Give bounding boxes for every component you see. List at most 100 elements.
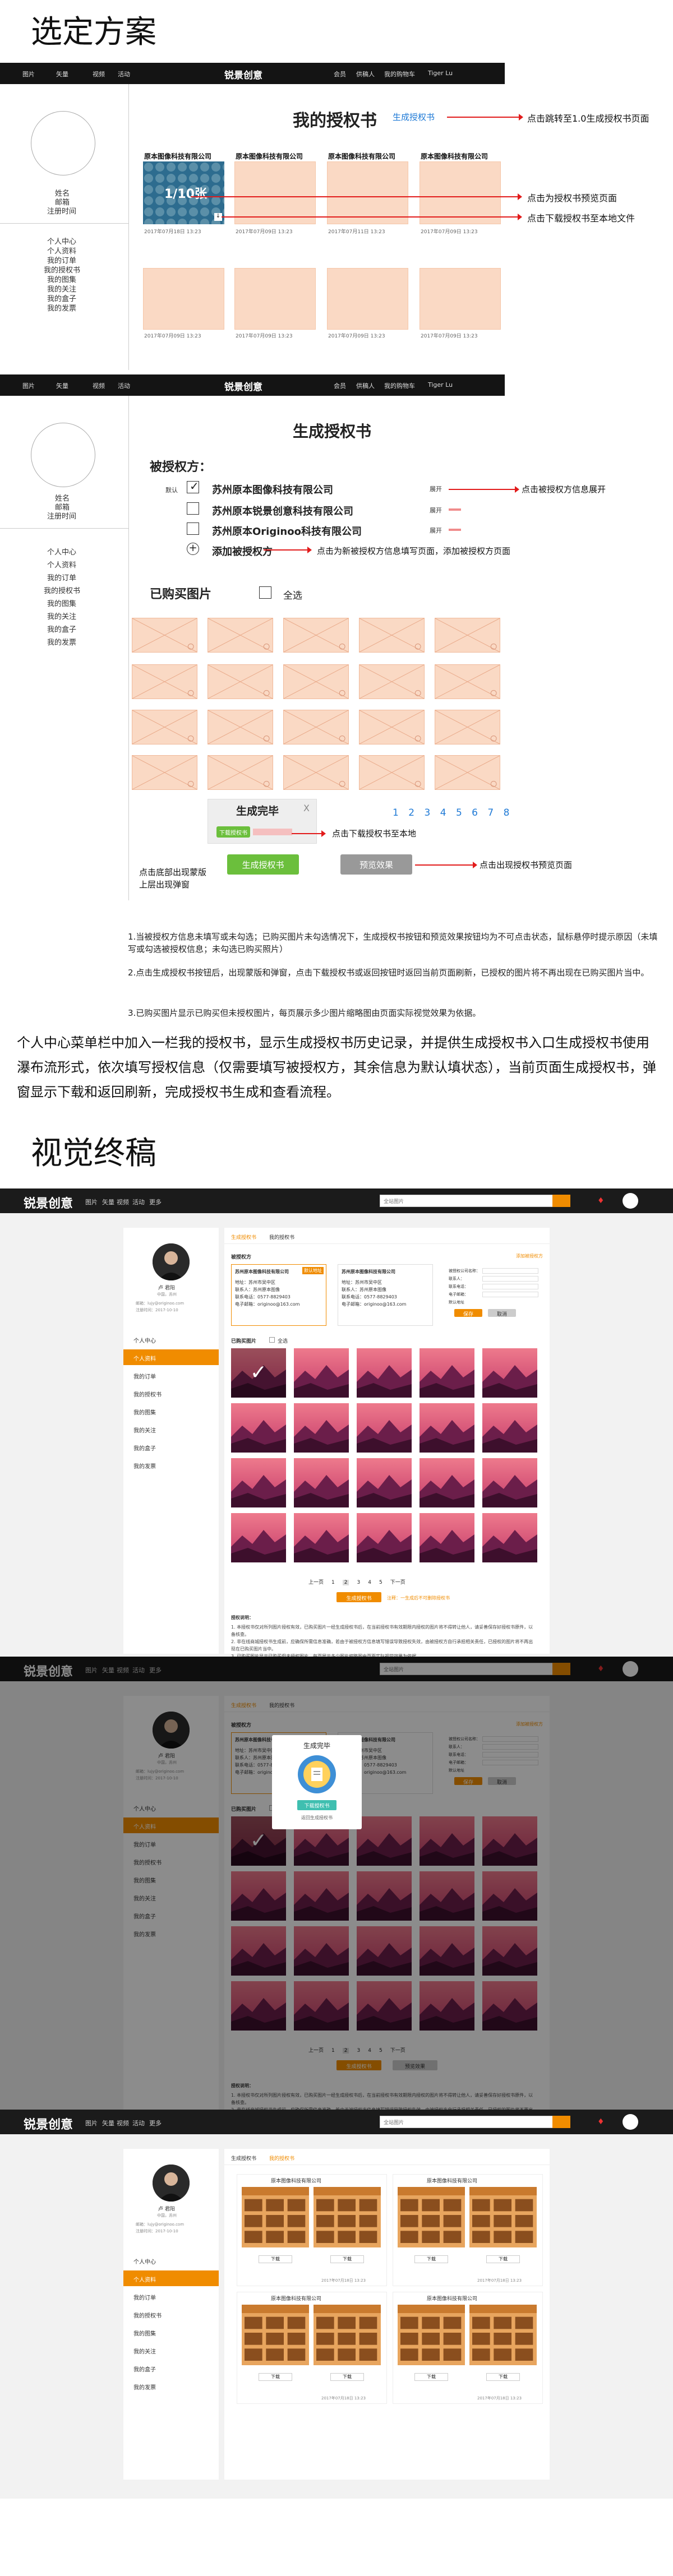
license-thumb[interactable]: 下载 <box>314 2305 381 2388</box>
expand-link[interactable]: 展开 <box>430 484 442 493</box>
purchased-image[interactable] <box>420 1458 474 1507</box>
page-link[interactable]: 下一页 <box>390 1578 405 1585</box>
image-placeholder[interactable] <box>359 664 425 699</box>
purchased-image[interactable] <box>357 1348 412 1398</box>
expand-link[interactable]: 展开 <box>430 506 442 515</box>
nav-item[interactable]: 供稿人 <box>356 381 375 390</box>
sidebar-item[interactable]: 我的授权书 <box>123 1385 219 1401</box>
save-button[interactable]: 保存 <box>454 1309 482 1317</box>
sidebar-item[interactable]: 我的图集 <box>123 2324 219 2340</box>
notification-icon[interactable]: ♦ <box>597 2117 605 2126</box>
purchased-image[interactable] <box>357 1458 412 1507</box>
add-icon[interactable]: + <box>187 543 199 555</box>
nav-item[interactable]: 我的购物车 <box>384 381 415 390</box>
nav-item[interactable]: 视频 <box>93 381 105 390</box>
nav-item[interactable]: 视频 <box>93 70 105 78</box>
form-input[interactable] <box>482 1284 538 1289</box>
image-placeholder[interactable] <box>208 755 273 790</box>
tab-my-license[interactable]: 我的授权书 <box>269 2154 294 2162</box>
license-card[interactable] <box>420 161 501 224</box>
expand-chevron-icon[interactable] <box>449 508 461 511</box>
sidebar-item[interactable]: 我的关注 <box>123 1421 219 1437</box>
licensee-checkbox-checked[interactable]: ✓ <box>187 480 199 493</box>
page-link[interactable]: 2 <box>408 807 418 818</box>
nav-item[interactable]: 供稿人 <box>356 70 375 78</box>
page-link[interactable]: 1 <box>393 807 402 818</box>
image-placeholder[interactable] <box>283 664 349 699</box>
nav-item[interactable]: 活动 <box>132 2119 145 2128</box>
nav-item[interactable]: 活动 <box>132 1197 145 1206</box>
image-placeholder[interactable] <box>435 664 500 699</box>
purchased-image[interactable]: ✓ <box>231 1348 286 1398</box>
nav-item[interactable]: 我的购物车 <box>384 70 415 78</box>
purchased-image[interactable] <box>357 1513 412 1562</box>
license-card[interactable] <box>327 161 408 224</box>
image-placeholder[interactable] <box>435 618 500 653</box>
tab-my-license[interactable]: 我的授权书 <box>269 1233 294 1241</box>
purchased-image[interactable] <box>420 1403 474 1453</box>
image-placeholder[interactable] <box>359 755 425 790</box>
purchased-image[interactable] <box>231 1513 286 1562</box>
licensee-card[interactable]: 苏州原本图像科技有限公司 地址：苏州市吴中区 联系人：苏州原本图像 联系电话：0577… <box>338 1264 433 1326</box>
image-placeholder[interactable] <box>435 710 500 744</box>
sidebar-item[interactable]: 个人中心 <box>123 2253 219 2268</box>
add-licensee-link[interactable]: 添加被授权方 <box>212 544 273 558</box>
image-placeholder[interactable] <box>208 664 273 699</box>
logo[interactable]: 锐景创意 <box>24 2115 73 2133</box>
purchased-image[interactable] <box>482 1348 537 1398</box>
sidebar-item[interactable]: 我的盒子 <box>123 2360 219 2376</box>
sidebar-item[interactable]: 个人资料 <box>123 2270 219 2286</box>
licensee-checkbox[interactable] <box>187 502 199 515</box>
purchased-image[interactable] <box>294 1348 349 1398</box>
user-avatar-icon[interactable] <box>623 1193 638 1209</box>
nav-item[interactable]: 会员 <box>334 70 346 78</box>
license-card[interactable] <box>327 268 408 330</box>
tab-generate[interactable]: 生成授权书 <box>231 1233 256 1241</box>
sidebar-item[interactable]: 我的授权书 <box>123 2306 219 2322</box>
nav-item[interactable]: 矢量 <box>56 70 68 78</box>
page-link[interactable]: 7 <box>487 807 497 818</box>
sidebar-item[interactable]: 我的盒子 <box>123 1439 219 1455</box>
license-thumb[interactable]: 下载 <box>242 2305 309 2388</box>
download-button[interactable]: 下载 <box>486 2255 520 2263</box>
menu-item[interactable]: 我的图集 <box>47 598 76 608</box>
nav-item[interactable]: 图片 <box>85 1197 98 1206</box>
license-thumb[interactable]: 下载 <box>469 2187 537 2270</box>
sidebar-item[interactable]: 我的发票 <box>123 2378 219 2394</box>
purchased-image[interactable] <box>294 1403 349 1453</box>
license-thumb[interactable]: 下载 <box>469 2305 537 2388</box>
notification-icon[interactable]: ♦ <box>597 1196 605 1205</box>
page-link[interactable]: 4 <box>368 1580 371 1585</box>
nav-item[interactable]: 活动 <box>118 381 130 390</box>
purchased-image[interactable] <box>357 1403 412 1453</box>
page-link[interactable]: 1 <box>331 1580 335 1585</box>
menu-item[interactable]: 我的发票 <box>47 302 76 313</box>
sidebar-item[interactable]: 我的订单 <box>123 2288 219 2304</box>
purchased-image[interactable] <box>482 1403 537 1453</box>
image-placeholder[interactable] <box>283 710 349 744</box>
sidebar-item[interactable]: 个人资料 <box>123 1349 219 1365</box>
form-input[interactable] <box>482 1268 538 1274</box>
nav-item[interactable]: 更多 <box>149 1197 162 1206</box>
download-button[interactable]: 下载 <box>414 2373 448 2381</box>
license-card[interactable] <box>234 268 316 330</box>
preview-button[interactable]: 预览效果 <box>340 854 412 875</box>
page-link[interactable]: 3 <box>424 807 434 818</box>
nav-item[interactable]: 会员 <box>334 381 346 390</box>
download-button[interactable]: 下载 <box>414 2255 448 2263</box>
sidebar-item[interactable]: 个人中心 <box>123 1331 219 1347</box>
generate-license-button[interactable]: 生成授权书 <box>336 1592 381 1602</box>
licensee-checkbox[interactable] <box>187 522 199 535</box>
nav-item[interactable]: Tiger Lu <box>428 70 453 77</box>
download-button[interactable]: 下载 <box>330 2255 364 2263</box>
logo[interactable]: 锐景创意 <box>224 67 262 81</box>
purchased-image[interactable] <box>420 1513 474 1562</box>
select-all-checkbox[interactable] <box>269 1337 275 1343</box>
search-button[interactable] <box>552 1195 570 1207</box>
nav-item[interactable]: 活动 <box>118 70 130 78</box>
purchased-image[interactable] <box>231 1458 286 1507</box>
menu-item[interactable]: 我的发票 <box>47 636 76 647</box>
image-placeholder[interactable] <box>283 755 349 790</box>
download-icon[interactable]: ↓ <box>214 213 222 221</box>
page-link[interactable]: 3 <box>357 1580 360 1585</box>
